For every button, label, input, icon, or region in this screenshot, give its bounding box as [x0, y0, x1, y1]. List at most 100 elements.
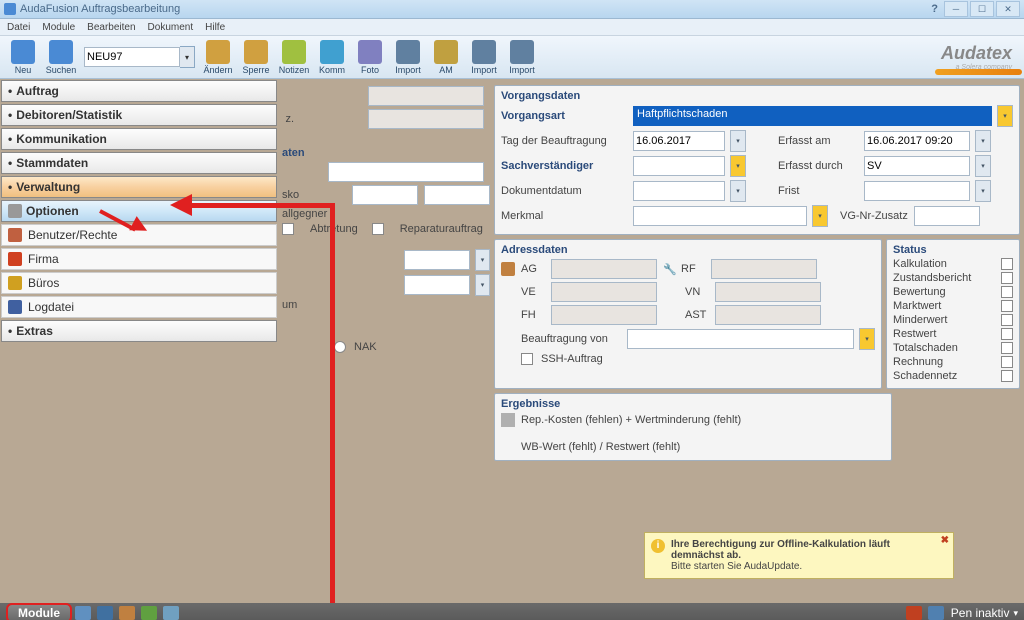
bb-icon-r2[interactable]: [928, 606, 944, 620]
select-vorgangsart[interactable]: Haftpflichtschaden: [633, 106, 992, 126]
chk-abtretung[interactable]: [282, 223, 294, 235]
dropdown-icon[interactable]: ▾: [975, 155, 991, 177]
field-rf[interactable]: [711, 259, 817, 279]
input-vgnr[interactable]: [914, 206, 980, 226]
panel-stammdaten[interactable]: • Stammdaten: [1, 152, 277, 174]
input-sko2[interactable]: [424, 185, 490, 205]
input-generic[interactable]: [328, 162, 484, 182]
dropdown-icon[interactable]: ▾: [475, 274, 490, 296]
panel-verwaltung[interactable]: • Verwaltung: [1, 176, 277, 198]
status-item: Kalkulation: [893, 258, 947, 270]
panel-extras[interactable]: • Extras: [1, 320, 277, 342]
dropdown-icon[interactable]: ▾: [975, 130, 991, 152]
sub-optionen[interactable]: Optionen: [1, 200, 277, 222]
input-sel2[interactable]: [404, 275, 470, 295]
panel-auftrag[interactable]: • Auftrag: [1, 80, 277, 102]
status-checkbox[interactable]: [1001, 328, 1013, 340]
input-sko1[interactable]: [352, 185, 418, 205]
input-sel1[interactable]: [404, 250, 470, 270]
dropdown-icon[interactable]: ▾: [730, 155, 746, 177]
tb-am[interactable]: AM: [427, 37, 465, 77]
wrench-icon[interactable]: 🔧: [663, 263, 675, 275]
label-vgnr: VG-Nr-Zusatz: [840, 210, 908, 222]
input-merkmal[interactable]: [633, 206, 807, 226]
dropdown-icon[interactable]: ▾: [997, 105, 1013, 127]
menu-dokument[interactable]: Dokument: [143, 21, 199, 34]
chk-ssh[interactable]: [521, 353, 533, 365]
input-frist[interactable]: [864, 181, 970, 201]
maximize-button[interactable]: ☐: [970, 1, 994, 17]
status-checkbox[interactable]: [1001, 314, 1013, 326]
sub-firma[interactable]: Firma: [1, 248, 277, 270]
module-button[interactable]: Module: [6, 603, 72, 620]
chevron-down-icon[interactable]: ▾: [1013, 608, 1018, 619]
tb-neu[interactable]: Neu: [4, 37, 42, 77]
input-beauf[interactable]: [627, 329, 854, 349]
bb-icon5[interactable]: [163, 606, 179, 620]
input-erfasst[interactable]: [864, 131, 970, 151]
tb-id-combo[interactable]: ▾: [84, 46, 195, 68]
bb-icon3[interactable]: [119, 606, 135, 620]
status-checkbox[interactable]: [1001, 258, 1013, 270]
dropdown-icon[interactable]: ▾: [730, 130, 746, 152]
field-ast[interactable]: [715, 305, 821, 325]
panel-debitoren[interactable]: • Debitoren/Statistik: [1, 104, 277, 126]
field-fh[interactable]: [551, 305, 657, 325]
status-item: Rechnung: [893, 356, 943, 368]
help-icon[interactable]: ?: [931, 3, 938, 15]
tb-aendern[interactable]: Ändern: [199, 37, 237, 77]
dropdown-icon[interactable]: ▾: [812, 205, 828, 227]
status-checkbox[interactable]: [1001, 300, 1013, 312]
notif-sub: Bitte starten Sie AudaUpdate.: [671, 561, 802, 572]
label-vn: VN: [685, 286, 709, 298]
label-nak: NAK: [354, 341, 377, 353]
field-vn[interactable]: [715, 282, 821, 302]
menu-module[interactable]: Module: [37, 21, 80, 34]
bb-icon2[interactable]: [97, 606, 113, 620]
dropdown-icon[interactable]: ▾: [859, 328, 875, 350]
minimize-button[interactable]: ─: [944, 1, 968, 17]
status-checkbox[interactable]: [1001, 286, 1013, 298]
status-checkbox[interactable]: [1001, 356, 1013, 368]
field-ag[interactable]: [551, 259, 657, 279]
input-dok[interactable]: [633, 181, 725, 201]
dropdown-icon[interactable]: ▾: [475, 249, 490, 271]
sub-benutzer[interactable]: Benutzer/Rechte: [1, 224, 277, 246]
bb-icon4[interactable]: [141, 606, 157, 620]
tb-notizen[interactable]: Notizen: [275, 37, 313, 77]
panel-kommunikation[interactable]: • Kommunikation: [1, 128, 277, 150]
chk-reparatur[interactable]: [372, 223, 384, 235]
sub-logdatei[interactable]: Logdatei: [1, 296, 277, 318]
radio-nak[interactable]: [334, 341, 346, 353]
label-um: um: [282, 299, 297, 311]
dropdown-icon[interactable]: ▾: [975, 180, 991, 202]
tb-import3[interactable]: Import: [503, 37, 541, 77]
dropdown-icon[interactable]: ▾: [730, 180, 746, 202]
tb-suchen[interactable]: Suchen: [42, 37, 80, 77]
sub-bueros[interactable]: Büros: [1, 272, 277, 294]
input-erfdurch[interactable]: [864, 156, 970, 176]
bb-icon1[interactable]: [75, 606, 91, 620]
input-tag[interactable]: [633, 131, 725, 151]
menu-datei[interactable]: Datei: [2, 21, 35, 34]
tb-import2[interactable]: Import: [465, 37, 503, 77]
label-rf: RF: [681, 263, 705, 275]
tb-komm[interactable]: Komm: [313, 37, 351, 77]
menu-hilfe[interactable]: Hilfe: [200, 21, 230, 34]
content: z. aten sko allgegner AbtretungReparatur…: [278, 79, 1024, 603]
tb-sperre[interactable]: Sperre: [237, 37, 275, 77]
bb-icon-r1[interactable]: [906, 606, 922, 620]
tb-import1[interactable]: Import: [389, 37, 427, 77]
menu-bearbeiten[interactable]: Bearbeiten: [82, 21, 140, 34]
close-button[interactable]: ✕: [996, 1, 1020, 17]
close-icon[interactable]: ✖: [941, 535, 949, 546]
dropdown-icon[interactable]: ▾: [180, 46, 195, 68]
field-ve[interactable]: [551, 282, 657, 302]
group-status: Status KalkulationZustandsberichtBewertu…: [886, 239, 1020, 389]
status-checkbox[interactable]: [1001, 342, 1013, 354]
input-sach[interactable]: [633, 156, 725, 176]
tb-foto[interactable]: Foto: [351, 37, 389, 77]
status-checkbox[interactable]: [1001, 370, 1013, 382]
status-checkbox[interactable]: [1001, 272, 1013, 284]
tb-id-input[interactable]: [84, 47, 180, 67]
